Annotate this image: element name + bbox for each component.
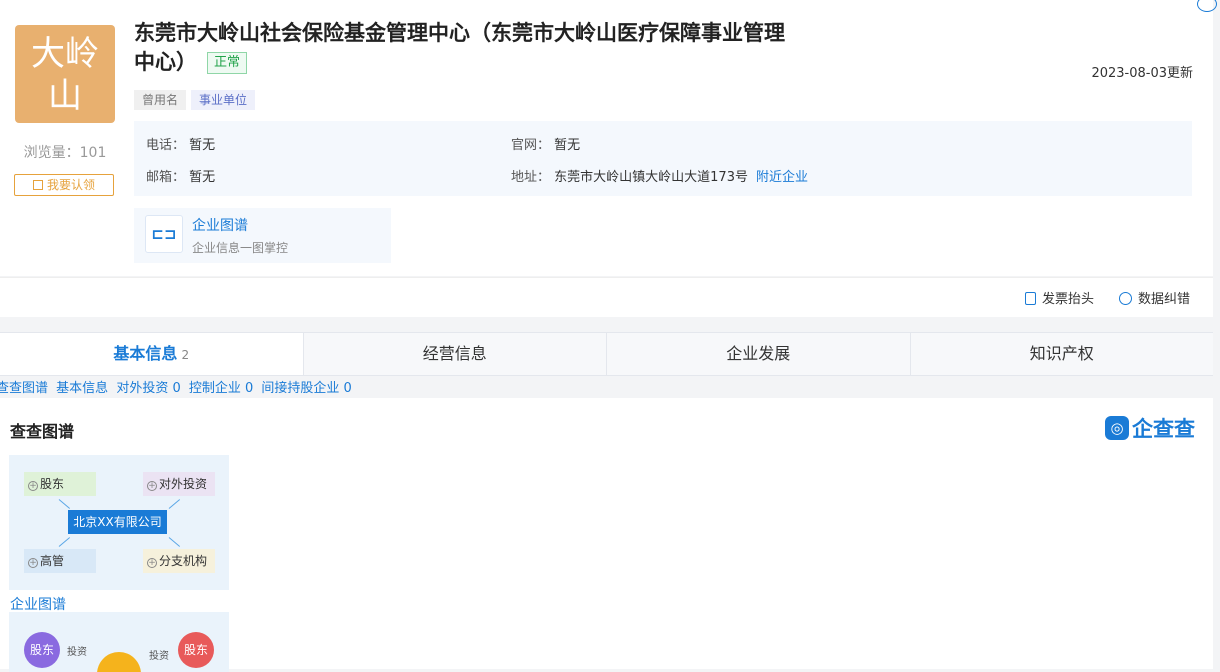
node-branch: + 分支机构 (143, 549, 215, 573)
edge-line (58, 499, 71, 509)
claim-button[interactable]: 我要认领 (14, 174, 114, 196)
update-date: 2023-08-03更新 (1091, 66, 1193, 81)
sublink-investment[interactable]: 对外投资 0 (116, 381, 180, 396)
invoice-label: 发票抬头 (1042, 292, 1095, 307)
sublink-controlled[interactable]: 控制企业 0 (189, 381, 253, 396)
main-tabs: 基本信息 2 经营信息 企业发展 知识产权 (0, 332, 1213, 376)
sublink-graph[interactable]: 查查图谱 (0, 381, 48, 396)
tab-label: 知识产权 (1029, 344, 1094, 363)
panel-title: 查查图谱 (10, 422, 75, 441)
node-label: 分支机构 (159, 554, 208, 568)
logo-text: 大岭山 (31, 34, 99, 116)
tab-label: 基本信息 (113, 344, 178, 363)
brand-text: 企查查 (1132, 417, 1195, 441)
status-badge: 正常 (207, 52, 248, 74)
nearby-companies-link[interactable]: 附近企业 (756, 170, 808, 185)
website-value: 暂无 (554, 138, 581, 153)
correction-button[interactable]: 数据纠错 (1119, 288, 1190, 307)
tab-count: 2 (181, 348, 190, 362)
node-executive: + 高管 (24, 549, 96, 573)
enterprise-graph-preview[interactable]: + 股东 + 对外投资 + 高管 + 分支机构 北京XX有限公司 (9, 455, 229, 590)
qcc-logo-icon: ◎ (1105, 416, 1129, 440)
claim-label: 我要认领 (46, 178, 95, 192)
view-count: 浏览量：101 (23, 145, 107, 161)
equity-graph-preview[interactable]: 股东 股东 投资 投资 (9, 612, 229, 672)
tag-former-name[interactable]: 曾用名 (134, 90, 187, 110)
edge-label: 投资 (149, 651, 169, 662)
website-row: 官网： 暂无 (511, 134, 580, 153)
phone-label: 电话： (146, 138, 186, 153)
claim-icon (32, 180, 43, 190)
tab-development[interactable]: 企业发展 (607, 333, 911, 375)
node-shareholder: + 股东 (24, 472, 96, 496)
email-value: 暂无 (189, 170, 216, 185)
section-links: 查查图谱 基本信息 对外投资 0 控制企业 0 间接持股企业 0 (0, 377, 356, 396)
node-label: 高管 (40, 554, 65, 568)
tab-business-info[interactable]: 经营信息 (303, 333, 607, 375)
graph-panel: 查查图谱 ◎ 企查查 + 股东 + 对外投资 + 高管 + 分支机构 北京XX有限公司 … (0, 398, 1213, 672)
company-name: 东莞市大岭山社会保险基金管理中心（东莞市大岭山医疗保障事业管理中心） 正常 (134, 19, 794, 77)
address-value: 东莞市大岭山镇大岭山大道173号 (554, 170, 748, 185)
corner-icon[interactable] (1197, 0, 1217, 12)
tab-label: 企业发展 (726, 344, 791, 363)
node-investment: + 对外投资 (143, 472, 215, 496)
invoice-button[interactable]: 发票抬头 (1025, 288, 1094, 307)
sublink-basic[interactable]: 基本信息 (56, 381, 108, 396)
node-center-company: 北京XX有限公司 (68, 510, 167, 534)
plus-icon: + (28, 481, 38, 491)
tab-basic-info[interactable]: 基本信息 2 (0, 333, 304, 375)
tag-institution: 事业单位 (191, 90, 256, 110)
action-bar: 发票抬头 数据纠错 (0, 277, 1213, 317)
correction-icon (1119, 292, 1132, 305)
edge-label: 投资 (67, 647, 87, 658)
graph-card-subtitle: 企业信息一图掌控 (192, 241, 289, 255)
enterprise-graph-card[interactable]: ⊏⊐ 企业图谱 企业信息一图掌控 (134, 208, 391, 263)
edge-line (58, 537, 71, 547)
node-label: 对外投资 (159, 477, 208, 491)
company-logo: 大岭山 (15, 25, 115, 123)
address-label: 地址： (511, 170, 551, 185)
node-center (97, 652, 141, 672)
phone-value: 暂无 (189, 138, 216, 153)
tab-ip[interactable]: 知识产权 (910, 333, 1213, 375)
address-row: 地址： 东莞市大岭山镇大岭山大道173号 附近企业 (511, 166, 808, 185)
plus-icon: + (147, 481, 157, 491)
email-label: 邮箱： (146, 170, 186, 185)
company-header: 大岭山 浏览量：101 我要认领 东莞市大岭山社会保险基金管理中心（东莞市大岭山… (0, 0, 1217, 276)
graph-card-title: 企业图谱 (192, 218, 248, 234)
plus-icon: + (28, 558, 38, 568)
tab-label: 经营信息 (422, 344, 487, 363)
invoice-icon (1025, 292, 1036, 305)
correction-label: 数据纠错 (1138, 292, 1191, 307)
website-label: 官网： (511, 138, 551, 153)
email-row: 邮箱： 暂无 (146, 166, 215, 185)
edge-line (168, 499, 181, 509)
edge-line (168, 537, 181, 547)
graph-icon: ⊏⊐ (145, 215, 183, 253)
contact-info: 电话： 暂无 官网： 暂无 邮箱： 暂无 地址： 东莞市大岭山镇大岭山大道173… (134, 121, 1192, 196)
sublink-indirect[interactable]: 间接持股企业 0 (261, 381, 351, 396)
phone-row: 电话： 暂无 (146, 134, 215, 153)
node-label: 股东 (40, 477, 65, 491)
node-right-shareholder: 股东 (178, 632, 214, 668)
plus-icon: + (147, 558, 157, 568)
qcc-brand-logo: ◎ 企查查 (1105, 414, 1195, 442)
graph-preview-caption[interactable]: 企业图谱 (10, 594, 66, 614)
node-left-shareholder: 股东 (24, 632, 60, 668)
